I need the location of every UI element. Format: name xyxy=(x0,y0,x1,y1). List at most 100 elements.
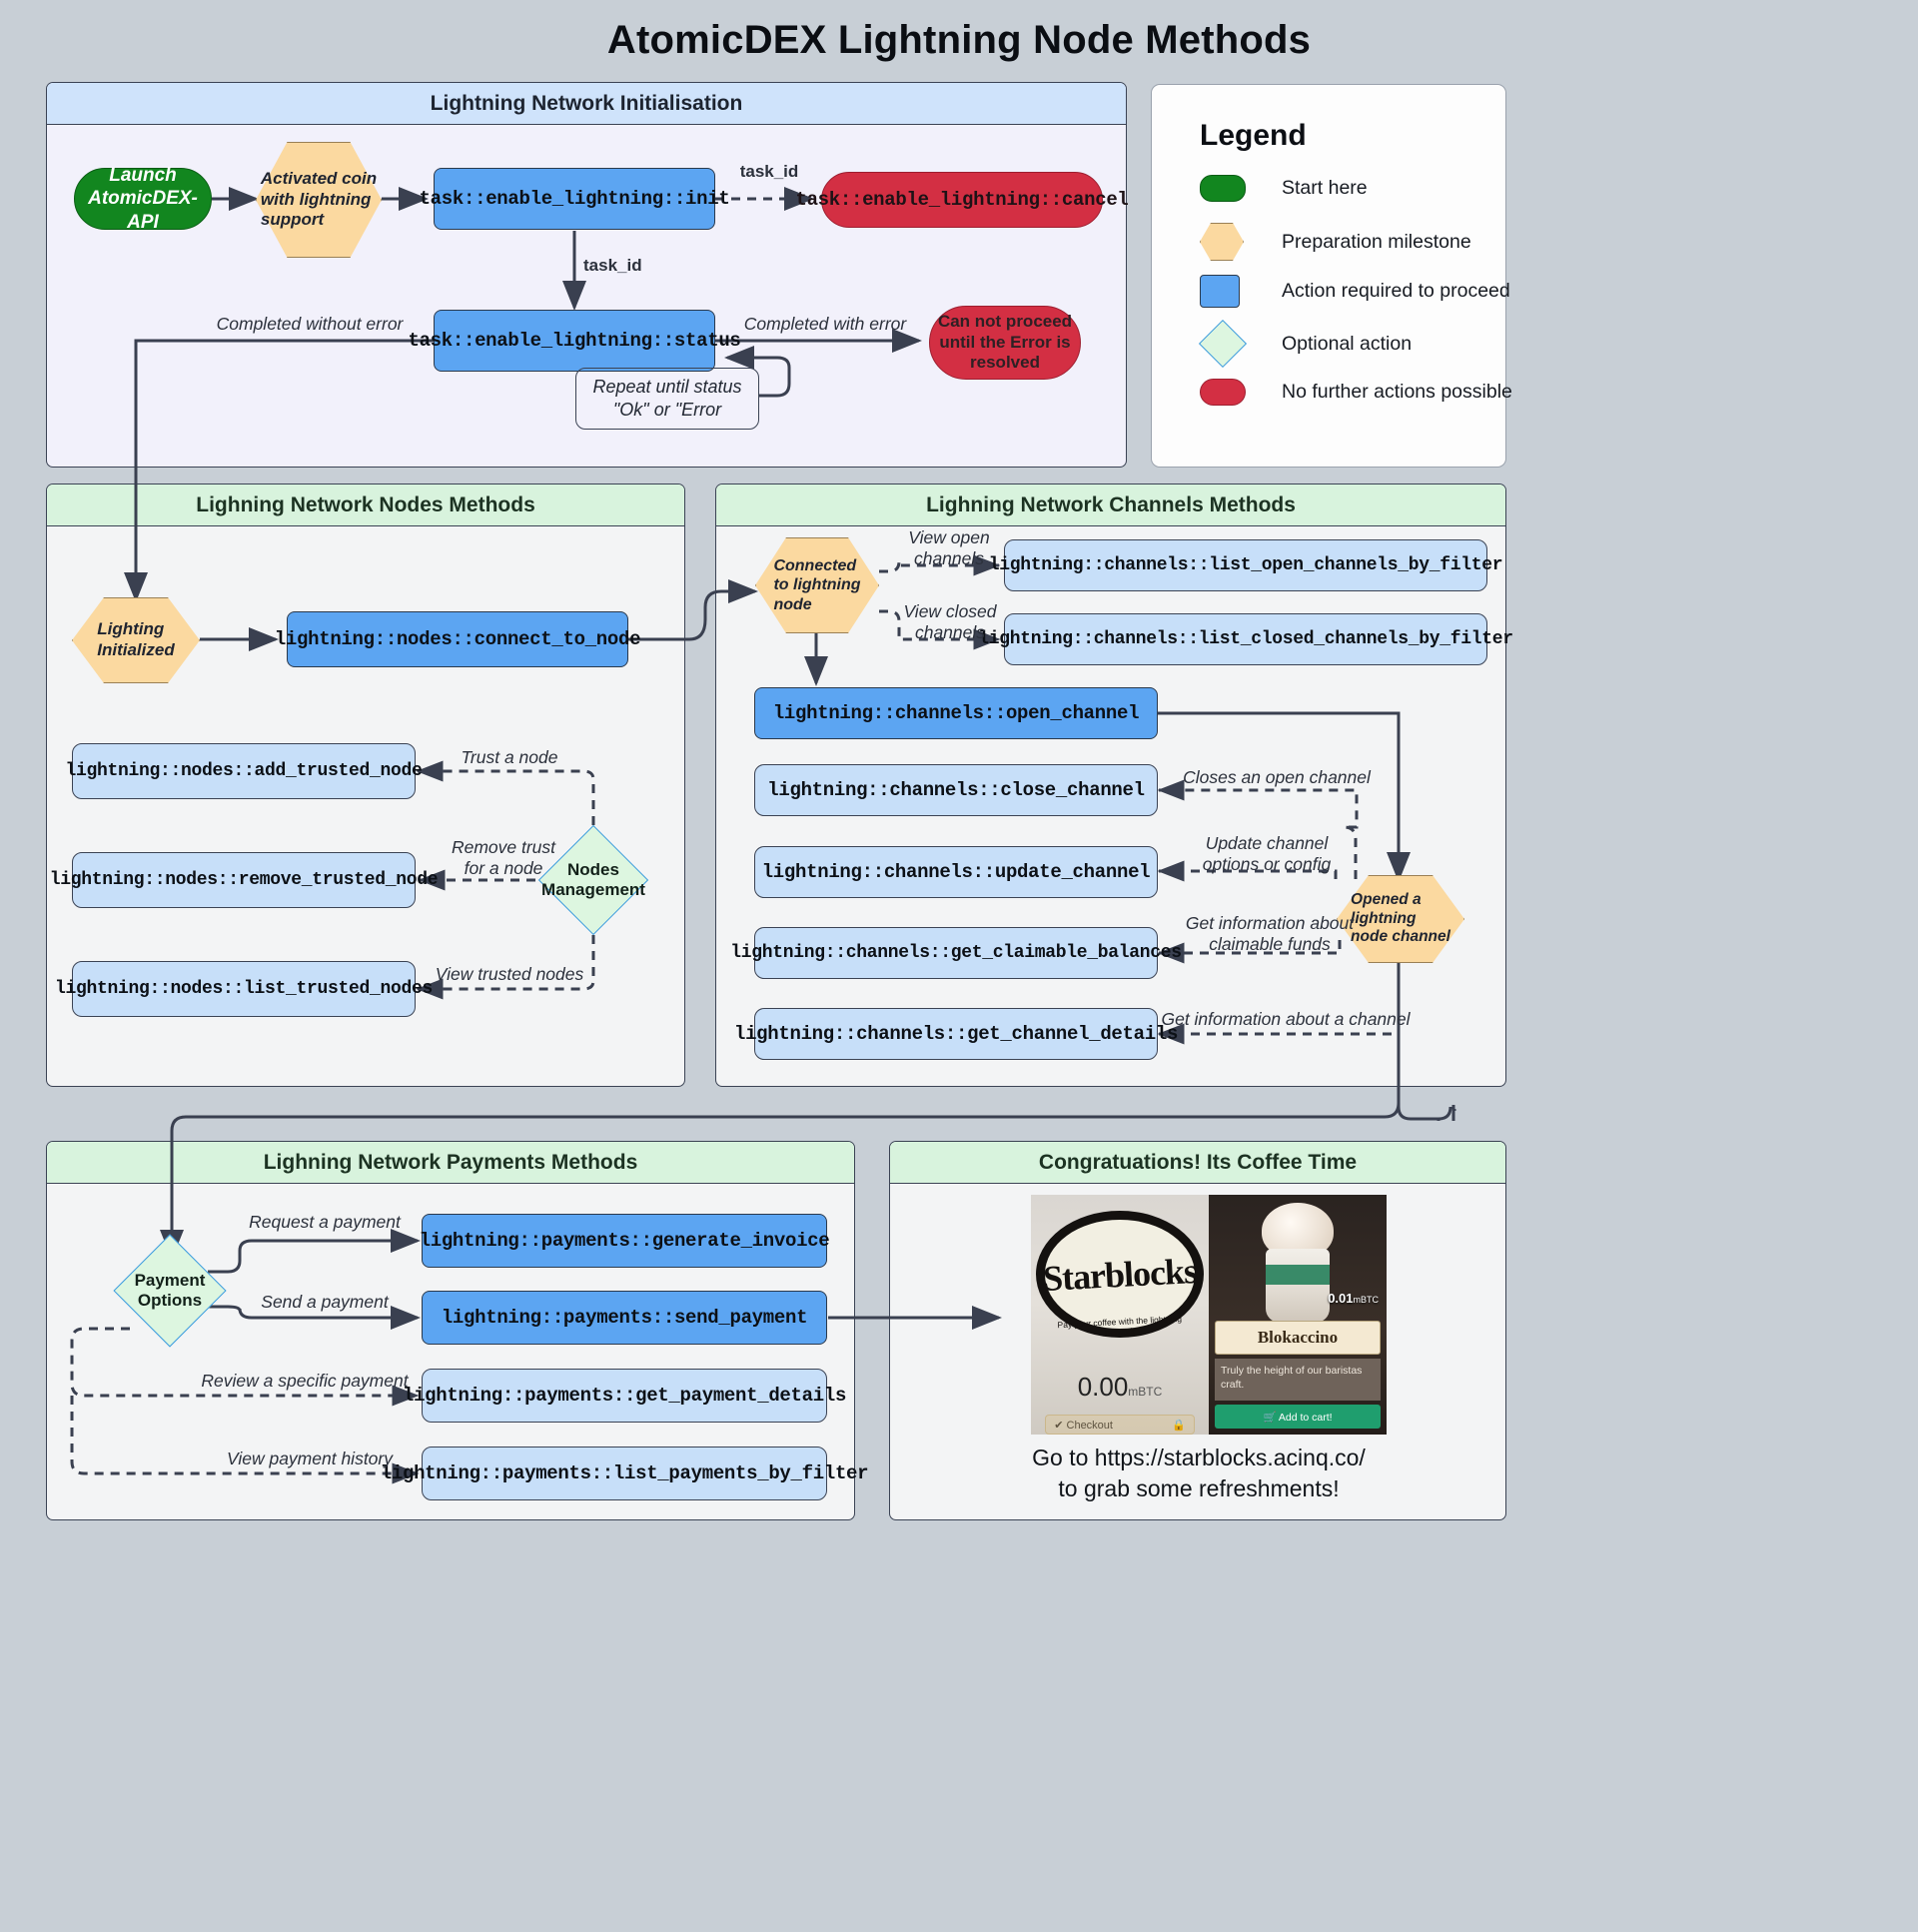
stop-pill-icon xyxy=(1200,379,1246,406)
starblocks-amount-unit: mBTC xyxy=(1128,1385,1163,1400)
hexagon-icon xyxy=(1200,223,1244,261)
cluster-title-nodes: Lighning Network Nodes Methods xyxy=(47,484,684,526)
product-price-value: 0.01 xyxy=(1328,1291,1354,1306)
node-connected-to-lightning-node: Connected to lightning node xyxy=(755,537,879,633)
legend-label-optional-action: Optional action xyxy=(1282,332,1413,355)
legend-label-preparation-milestone: Preparation milestone xyxy=(1282,230,1471,253)
starblocks-left-panel: Starblocks Pay your coffee with the ligh… xyxy=(1031,1195,1209,1435)
node-list-trusted-nodes-label: lightning::nodes::list_trusted_nodes xyxy=(54,979,434,999)
node-enable-lightning-cancel[interactable]: task::enable_lightning::cancel xyxy=(795,172,1129,228)
node-connect-to-node-label: lightning::nodes::connect_to_node xyxy=(274,628,641,650)
product-price-unit: mBTC xyxy=(1353,1295,1380,1305)
node-cannot-proceed-error: Can not proceed until the Error is resol… xyxy=(929,306,1081,380)
node-send-payment-label: lightning::payments::send_payment xyxy=(441,1307,808,1329)
node-list-closed-channels-label: lightning::channels::list_closed_channel… xyxy=(978,629,1513,649)
node-get-payment-details-label: lightning::payments::get_payment_details xyxy=(402,1385,847,1407)
legend-row-preparation-milestone: Preparation milestone xyxy=(1200,223,1471,261)
cluster-title-init: Lightning Network Initialisation xyxy=(47,83,1126,125)
node-get-channel-details-label: lightning::channels::get_channel_details xyxy=(733,1023,1179,1045)
legend-row-action-required: Action required to proceed xyxy=(1200,275,1510,308)
edge-label-view-trusted-nodes: View trusted nodes xyxy=(435,964,584,984)
node-add-trusted-node[interactable]: lightning::nodes::add_trusted_node xyxy=(65,743,423,799)
lock-icon: 🔒 xyxy=(1172,1419,1186,1432)
diamond-icon xyxy=(1198,319,1248,369)
node-get-claimable-balances[interactable]: lightning::channels::get_claimable_balan… xyxy=(730,927,1182,979)
node-activated-coin-label: Activated coin with lightning support xyxy=(260,168,378,230)
edge-label-send-a-payment: Send a payment xyxy=(261,1292,389,1312)
node-list-payments-by-filter[interactable]: lightning::payments::list_payments_by_fi… xyxy=(381,1447,869,1500)
node-list-trusted-nodes[interactable]: lightning::nodes::list_trusted_nodes xyxy=(55,961,433,1017)
legend-label-no-further-actions: No further actions possible xyxy=(1282,381,1512,403)
node-lighting-initialized-label: Lighting Initialized xyxy=(97,619,175,659)
legend-row-no-further-actions: No further actions possible xyxy=(1200,379,1512,406)
start-pill-icon xyxy=(1200,175,1246,202)
node-enable-lightning-init[interactable]: task::enable_lightning::init xyxy=(420,168,730,230)
node-close-channel-label: lightning::channels::close_channel xyxy=(767,779,1145,801)
node-launch-atomicdex-api[interactable]: Launch AtomicDEX-API xyxy=(74,165,212,233)
node-list-payments-label: lightning::payments::list_payments_by_fi… xyxy=(380,1462,869,1484)
node-list-open-channels-label: lightning::channels::list_open_channels_… xyxy=(988,555,1503,575)
starblocks-brand: Starblocks xyxy=(1042,1250,1198,1299)
edge-label-completed-without-error: Completed without error xyxy=(216,314,404,334)
node-enable-lightning-status-label: task::enable_lightning::status xyxy=(408,330,741,352)
legend-label-action-required: Action required to proceed xyxy=(1282,280,1510,302)
node-close-channel[interactable]: lightning::channels::close_channel xyxy=(754,764,1158,816)
node-payment-options-label: Payment Options xyxy=(134,1270,206,1310)
node-generate-invoice[interactable]: lightning::payments::generate_invoice xyxy=(419,1214,830,1268)
node-send-payment[interactable]: lightning::payments::send_payment xyxy=(422,1291,827,1345)
product-name: Blokaccino xyxy=(1215,1321,1381,1355)
edge-label-task-id-1: task_id xyxy=(739,162,799,181)
page-title: AtomicDEX Lightning Node Methods xyxy=(606,18,1312,62)
node-update-channel-label: lightning::channels::update_channel xyxy=(761,861,1151,883)
note-repeat-label: Repeat until status "Ok" or "Error xyxy=(592,376,742,420)
cluster-title-channels: Lighning Network Channels Methods xyxy=(716,484,1505,526)
cluster-title-payments: Lighning Network Payments Methods xyxy=(47,1142,854,1184)
edge-label-update-channel-options: Update channel options or config xyxy=(1202,833,1332,874)
node-add-trusted-node-label: lightning::nodes::add_trusted_node xyxy=(65,761,423,781)
node-activated-coin: Activated coin with lightning support xyxy=(256,142,382,258)
edge-label-review-specific-payment: Review a specific payment xyxy=(201,1371,409,1391)
rectangle-icon xyxy=(1200,275,1240,308)
coffee-caption: Go to https://starblocks.acinq.co/ to gr… xyxy=(1032,1445,1366,1502)
edge-label-get-channel-info: Get information about a channel xyxy=(1161,1009,1411,1029)
starblocks-checkout-button[interactable]: ✔ Checkout 🔒 xyxy=(1045,1415,1195,1435)
node-remove-trusted-node[interactable]: lightning::nodes::remove_trusted_node xyxy=(50,852,439,908)
legend-label-start-here: Start here xyxy=(1282,177,1368,199)
node-generate-invoice-label: lightning::payments::generate_invoice xyxy=(419,1230,830,1252)
starblocks-tagline: Pay your coffee with the lightning netwo… xyxy=(1057,1314,1183,1339)
node-get-claimable-balances-label: lightning::channels::get_claimable_balan… xyxy=(730,943,1182,963)
node-update-channel[interactable]: lightning::channels::update_channel xyxy=(754,846,1158,898)
node-enable-lightning-init-label: task::enable_lightning::init xyxy=(419,188,730,210)
node-list-closed-channels-by-filter[interactable]: lightning::channels::list_closed_channel… xyxy=(978,613,1513,665)
product-price: 0.01mBTC xyxy=(1328,1291,1379,1306)
edge-label-get-claimable-funds: Get information about claimable funds xyxy=(1185,913,1355,954)
edge-label-view-open-channels: View open channels xyxy=(908,527,990,568)
edge-label-completed-with-error: Completed with error xyxy=(743,314,907,334)
legend-row-optional-action: Optional action xyxy=(1198,319,1413,369)
edge-label-trust-a-node: Trust a node xyxy=(461,747,558,767)
node-enable-lightning-status[interactable]: task::enable_lightning::status xyxy=(408,310,741,372)
starblocks-checkout-label: ✔ Checkout xyxy=(1054,1419,1113,1432)
node-connected-label: Connected to lightning node xyxy=(773,556,861,613)
starblocks-screenshot: Starblocks Pay your coffee with the ligh… xyxy=(1031,1195,1387,1435)
edge-label-task-id-2: task_id xyxy=(583,256,642,275)
node-open-channel[interactable]: lightning::channels::open_channel xyxy=(754,687,1158,739)
product-description: Truly the height of our baristas craft. xyxy=(1215,1359,1381,1401)
node-cannot-proceed-label: Can not proceed until the Error is resol… xyxy=(937,312,1073,373)
edge-label-view-closed-channels: View closed channels xyxy=(903,601,997,642)
legend-panel: Legend Start here Preparation milestone … xyxy=(1151,84,1512,468)
node-lighting-initialized: Lighting Initialized xyxy=(72,597,200,683)
node-get-channel-details[interactable]: lightning::channels::get_channel_details xyxy=(734,1008,1178,1060)
node-list-open-channels-by-filter[interactable]: lightning::channels::list_open_channels_… xyxy=(989,539,1503,591)
edge-label-request-a-payment: Request a payment xyxy=(249,1212,401,1232)
edge-label-view-payment-history: View payment history xyxy=(226,1449,393,1468)
node-get-payment-details[interactable]: lightning::payments::get_payment_details xyxy=(403,1369,846,1423)
node-launch-label: Launch AtomicDEX-API xyxy=(88,165,198,233)
node-remove-trusted-node-label: lightning::nodes::remove_trusted_node xyxy=(49,870,439,890)
node-open-channel-label: lightning::channels::open_channel xyxy=(772,702,1140,724)
node-connect-to-node[interactable]: lightning::nodes::connect_to_node xyxy=(275,611,640,667)
starblocks-amount-value: 0.00 xyxy=(1077,1372,1129,1403)
add-to-cart-button[interactable]: 🛒 Add to cart! xyxy=(1215,1405,1381,1429)
cluster-title-coffee: Congratuations! Its Coffee Time xyxy=(890,1142,1505,1184)
edge-label-remove-trust: Remove trust for a node xyxy=(451,837,556,878)
